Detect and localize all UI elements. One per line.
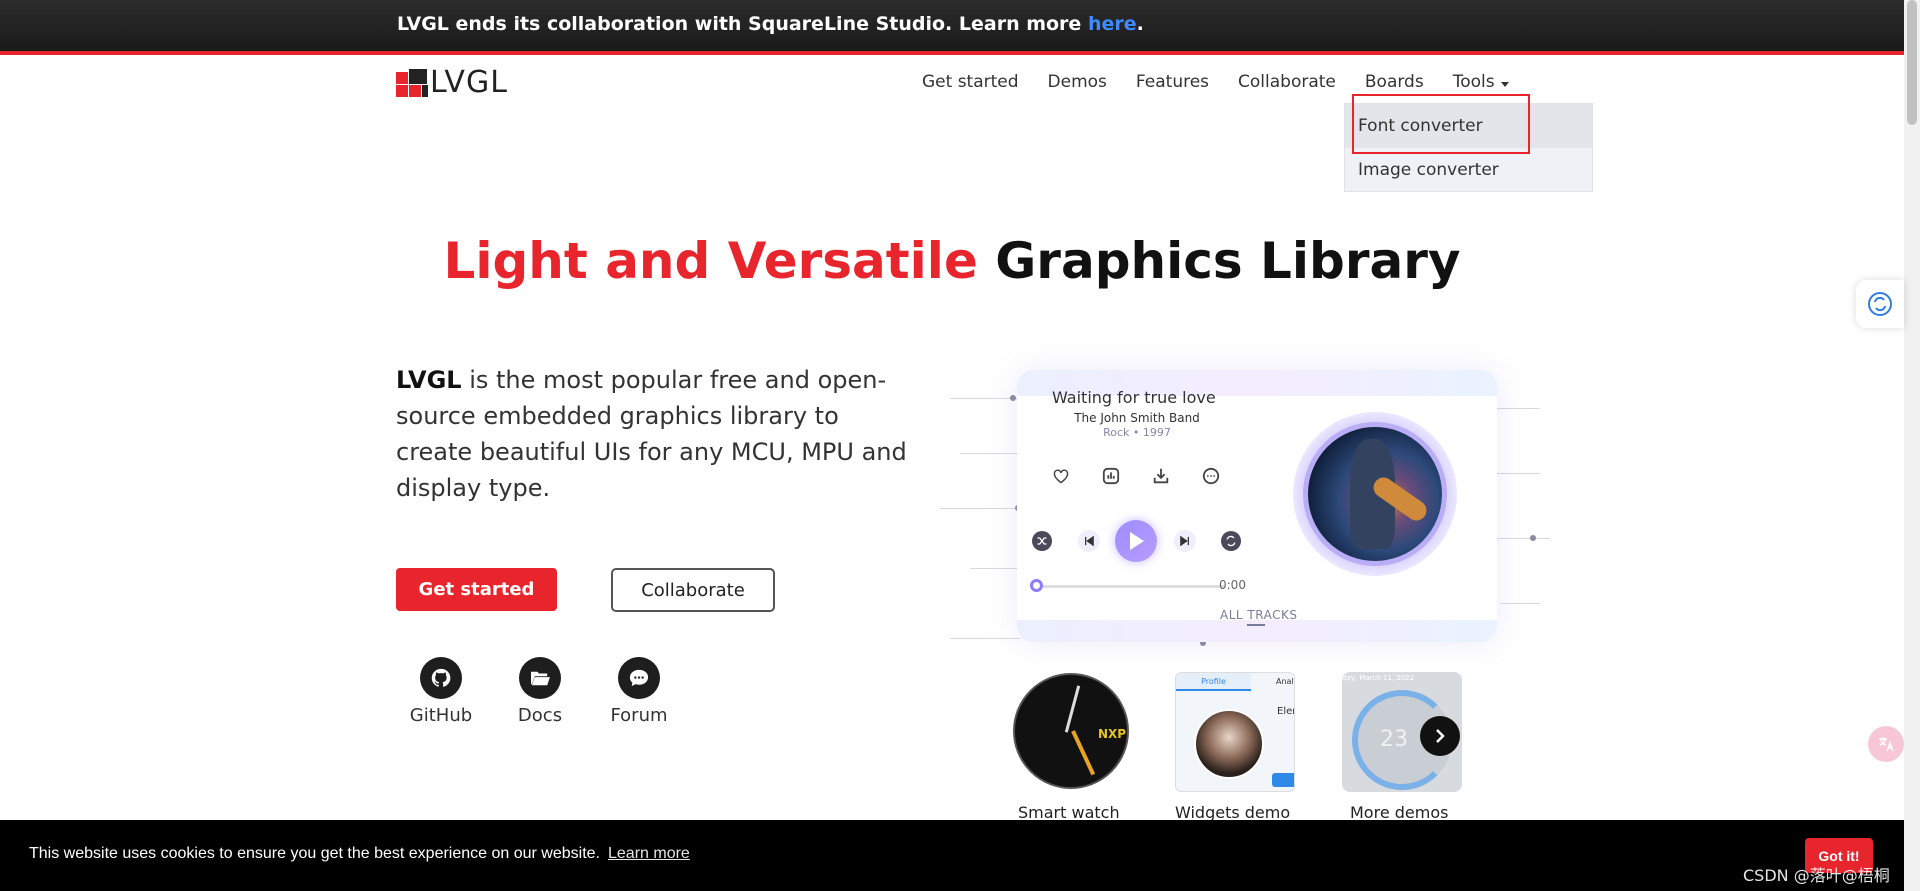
docs-label: Docs: [517, 705, 563, 726]
music-player-demo[interactable]: Waiting for true love The John Smith Ban…: [1017, 370, 1497, 642]
playback-time: 0:00: [1219, 578, 1246, 592]
download-icon[interactable]: [1150, 465, 1172, 487]
widgets-user-name: Elen: [1277, 706, 1294, 717]
widgets-tab-profile: Profile: [1176, 673, 1251, 691]
github-label: GitHub: [409, 705, 473, 726]
sync-translate-icon[interactable]: [1856, 280, 1904, 328]
nav-tools[interactable]: Tools: [1453, 72, 1509, 92]
cookie-text: This website uses cookies to ensure you …: [29, 845, 600, 862]
progress-track[interactable]: [1037, 585, 1225, 588]
all-tracks-underline: [1247, 624, 1265, 626]
lvgl-logo[interactable]: LVGL: [396, 64, 508, 100]
forum-link[interactable]: Forum: [594, 657, 684, 726]
intro-text: is the most popular free and open-source…: [396, 366, 907, 502]
song-title: Waiting for true love: [1052, 388, 1216, 407]
hero-title-red: Light and Versatile: [443, 232, 978, 290]
nav-tools-label: Tools: [1452, 72, 1495, 92]
cookie-learn-more-link[interactable]: Learn more: [608, 845, 690, 862]
song-genre: Rock • 1997: [1103, 426, 1171, 439]
cookie-consent-bar: This website uses cookies to ensure you …: [0, 820, 1904, 891]
dropdown-item-image-converter[interactable]: Image converter: [1345, 148, 1592, 192]
cookie-message: This website uses cookies to ensure you …: [29, 845, 690, 863]
shuffle-icon[interactable]: [1032, 531, 1052, 551]
annotation-highlight-box: [1352, 94, 1530, 154]
nav-collaborate[interactable]: Collaborate: [1238, 72, 1336, 92]
widgets-tab-analytics: Analy: [1276, 677, 1294, 686]
intro-bold: LVGL: [396, 366, 462, 394]
nav-boards[interactable]: Boards: [1365, 72, 1424, 92]
chat-icon[interactable]: [1200, 465, 1222, 487]
hero-title-dark: Graphics Library: [977, 232, 1461, 290]
heart-icon[interactable]: [1050, 465, 1072, 487]
banner-here-link[interactable]: here: [1088, 13, 1137, 35]
widgets-mini-button: [1272, 773, 1294, 787]
docs-link[interactable]: Docs: [495, 657, 585, 726]
hero-title: Light and Versatile Graphics Library: [0, 232, 1904, 290]
hero-intro: LVGL is the most popular free and open-s…: [396, 362, 916, 506]
folder-icon: [519, 657, 561, 699]
github-icon: [420, 657, 462, 699]
nav-features[interactable]: Features: [1136, 72, 1209, 92]
get-started-button[interactable]: Get started: [396, 568, 557, 611]
nav-get-started[interactable]: Get started: [922, 72, 1019, 92]
github-link[interactable]: GitHub: [396, 657, 486, 726]
banner-text: LVGL ends its collaboration with SquareL…: [397, 13, 1144, 35]
forum-label: Forum: [610, 705, 668, 726]
album-art: [1303, 422, 1447, 566]
play-icon[interactable]: [1115, 520, 1157, 562]
csdn-watermark: CSDN @落叶@梧桐: [1743, 866, 1890, 885]
scrollbar-thumb[interactable]: [1907, 0, 1917, 125]
watch-brand: NXP: [1098, 727, 1127, 741]
next-icon[interactable]: [1174, 530, 1196, 552]
nav-demos[interactable]: Demos: [1048, 72, 1107, 92]
previous-icon[interactable]: [1078, 530, 1100, 552]
caret-down-icon: [1500, 81, 1509, 87]
gauge-value: 23: [1380, 727, 1408, 752]
lvgl-logo-mark-icon: [396, 66, 428, 98]
banner-message: LVGL ends its collaboration with SquareL…: [397, 13, 1088, 35]
page-scrollbar[interactable]: [1904, 0, 1920, 891]
avatar: [1194, 709, 1264, 779]
widgets-demo-thumbnail[interactable]: Profile Analy Elen: [1175, 672, 1295, 792]
all-tracks-link[interactable]: ALL TRACKS: [1220, 608, 1297, 622]
announcement-banner: LVGL ends its collaboration with SquareL…: [0, 0, 1904, 55]
progress-knob[interactable]: [1030, 579, 1043, 592]
logo-text: LVGL: [430, 64, 508, 100]
chat-bubble-icon: [618, 657, 660, 699]
smart-watch-thumbnail[interactable]: NXP: [1013, 673, 1129, 789]
translate-icon[interactable]: [1868, 726, 1904, 762]
chevron-right-icon[interactable]: [1420, 716, 1460, 756]
repeat-icon[interactable]: [1221, 531, 1241, 551]
chart-icon[interactable]: [1100, 465, 1122, 487]
main-nav: Get started Demos Features Collaborate B…: [922, 72, 1538, 92]
banner-suffix: .: [1136, 13, 1144, 35]
collaborate-button[interactable]: Collaborate: [611, 568, 775, 612]
song-artist: The John Smith Band: [1074, 411, 1200, 425]
more-demos-date: day, March 11, 2022: [1342, 674, 1415, 682]
